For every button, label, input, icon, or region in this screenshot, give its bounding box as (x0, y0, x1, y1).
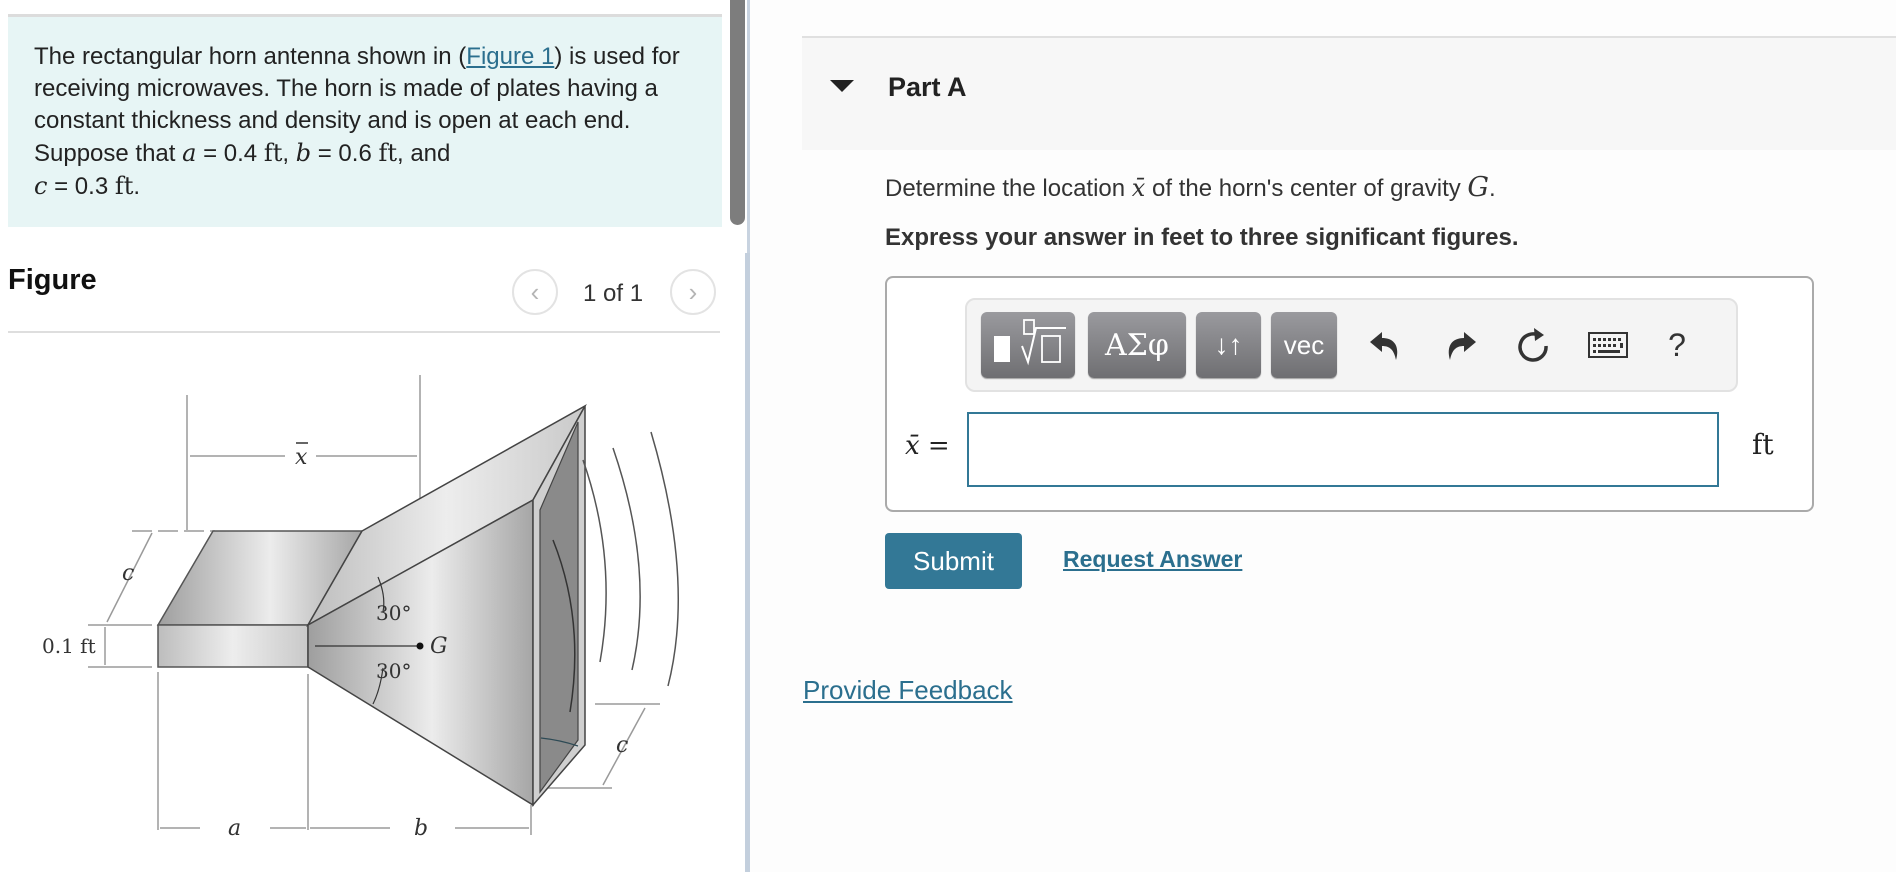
angle-bottom-label: 30° (376, 659, 411, 683)
a-label: a (228, 816, 241, 841)
scrollbar-thumb[interactable] (730, 0, 745, 225)
waveguide-front (157, 624, 309, 668)
templates-button[interactable] (981, 312, 1075, 378)
redo-icon[interactable] (1435, 320, 1487, 370)
figure-title: Figure (8, 264, 97, 296)
answer-unit: ft (1752, 428, 1774, 461)
angle-top-label: 30° (376, 601, 411, 625)
c-top-label: c (122, 561, 134, 586)
undo-icon[interactable] (1359, 320, 1411, 370)
G-label: G (430, 634, 448, 659)
c-bottom-label: c (616, 733, 628, 758)
greek-symbols-button[interactable]: ΑΣφ (1088, 312, 1186, 378)
figure-divider (8, 331, 720, 333)
question-text: Determine the location x̄ of the horn's … (885, 172, 1496, 203)
figure-link[interactable]: Figure 1 (466, 43, 554, 70)
figure-prev-button[interactable]: ‹ (512, 269, 558, 315)
panel-divider (747, 0, 750, 253)
problem-text: The rectangular horn antenna shown in (F… (34, 43, 680, 200)
submit-button[interactable]: Submit (885, 533, 1022, 589)
answer-variable-label: x̄ = (905, 431, 950, 461)
fraction-root-icon (988, 318, 1068, 373)
center-of-gravity-point (416, 642, 424, 650)
part-a-header[interactable]: Part A (802, 36, 1896, 150)
figure-counter: 1 of 1 (583, 280, 644, 307)
part-a-title: Part A (888, 72, 967, 102)
math-toolbar: ΑΣφ ↓↑ vec ? (965, 298, 1738, 392)
panel-resize-handle[interactable] (745, 253, 750, 872)
vector-button[interactable]: vec (1271, 312, 1337, 378)
b-label: b (414, 816, 428, 841)
microwave-waves (582, 431, 679, 687)
answer-input[interactable] (967, 412, 1719, 487)
help-icon[interactable]: ? (1651, 320, 1703, 370)
keyboard-icon[interactable] (1582, 320, 1634, 370)
arrows-button[interactable]: ↓↑ (1196, 312, 1261, 378)
xbar-label: x (295, 445, 308, 470)
collapse-triangle-icon[interactable] (830, 80, 854, 92)
answer-instruction: Express your answer in feet to three sig… (885, 224, 1519, 251)
horn-antenna-figure: x c 0.1 ft 30° G 30° c a b (42, 375, 679, 841)
reset-icon[interactable] (1508, 320, 1560, 370)
request-answer-link[interactable]: Request Answer (1063, 546, 1242, 573)
chevron-right-icon: › (688, 276, 698, 307)
provide-feedback-link[interactable]: Provide Feedback (803, 675, 1013, 706)
thickness-label: 0.1 ft (42, 634, 96, 658)
figure-next-button[interactable]: › (670, 269, 716, 315)
chevron-left-icon: ‹ (530, 276, 540, 307)
problem-statement: The rectangular horn antenna shown in (F… (8, 14, 722, 227)
